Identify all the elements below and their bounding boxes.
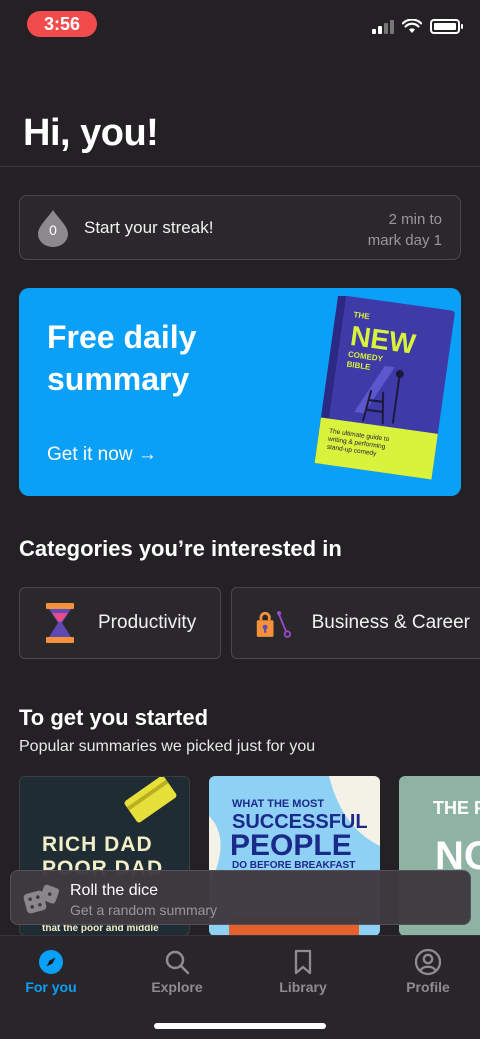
compass-icon [39,950,63,974]
dice-icon [23,884,59,914]
status-bar: 3:56 [0,0,480,48]
bookmark-icon [294,949,312,975]
dice-title: Roll the dice [70,882,159,899]
started-subtitle: Popular summaries we picked just for you [19,738,316,755]
book-title-line1: THE P [433,798,480,818]
status-time[interactable]: 3:56 [27,11,97,37]
streak-hint-line2: mark day 1 [367,232,442,249]
person-icon [414,948,442,976]
book-title-line3: PEOPLE [230,829,352,862]
promo-book-cover[interactable]: THE NEW COMEDY BIBLE The ultimate guide … [311,296,457,490]
streak-label: Start your streak! [84,218,214,237]
dice-subtitle: Get a random summary [70,902,218,918]
book-title-line1: WHAT THE MOST [232,798,325,810]
wifi-icon [402,19,422,33]
promo-title: Free daily summary [47,319,197,397]
get-it-now-link[interactable]: Get it now → [47,444,157,466]
battery-icon [430,19,463,34]
home-indicator[interactable] [154,1023,326,1029]
search-icon [165,950,190,975]
cellular-signal-icon [372,19,394,34]
category-label: Business & Career [311,612,470,633]
book-title-line1: RICH DAD [42,833,153,856]
roll-the-dice-button[interactable]: Roll the dice Get a random summary [10,870,471,925]
streak-card[interactable]: 0 Start your streak! 2 min to mark day 1 [19,195,461,260]
tab-label: Library [279,979,327,995]
categories-row: Productivity Business & Career [19,587,480,659]
greeting-title: Hi, you! [23,112,159,154]
category-label: Productivity [98,612,197,633]
lock-key-icon [256,611,292,638]
tab-label: Explore [151,979,203,995]
tab-label: Profile [406,979,450,995]
started-title: To get you started [19,705,209,730]
tab-label: For you [25,979,77,995]
category-productivity[interactable]: Productivity [19,587,221,659]
hourglass-icon [46,603,74,643]
streak-hint-line1: 2 min to [388,211,442,228]
streak-hint: 2 min to mark day 1 [368,209,442,251]
header-divider [0,166,480,167]
streak-count: 0 [49,222,57,238]
status-icons [372,19,463,34]
free-daily-summary-card[interactable]: Free daily summary Get it now → THE NEW … [19,288,461,496]
categories-title: Categories you’re interested in [19,536,342,561]
category-business-career[interactable]: Business & Career [231,587,480,659]
